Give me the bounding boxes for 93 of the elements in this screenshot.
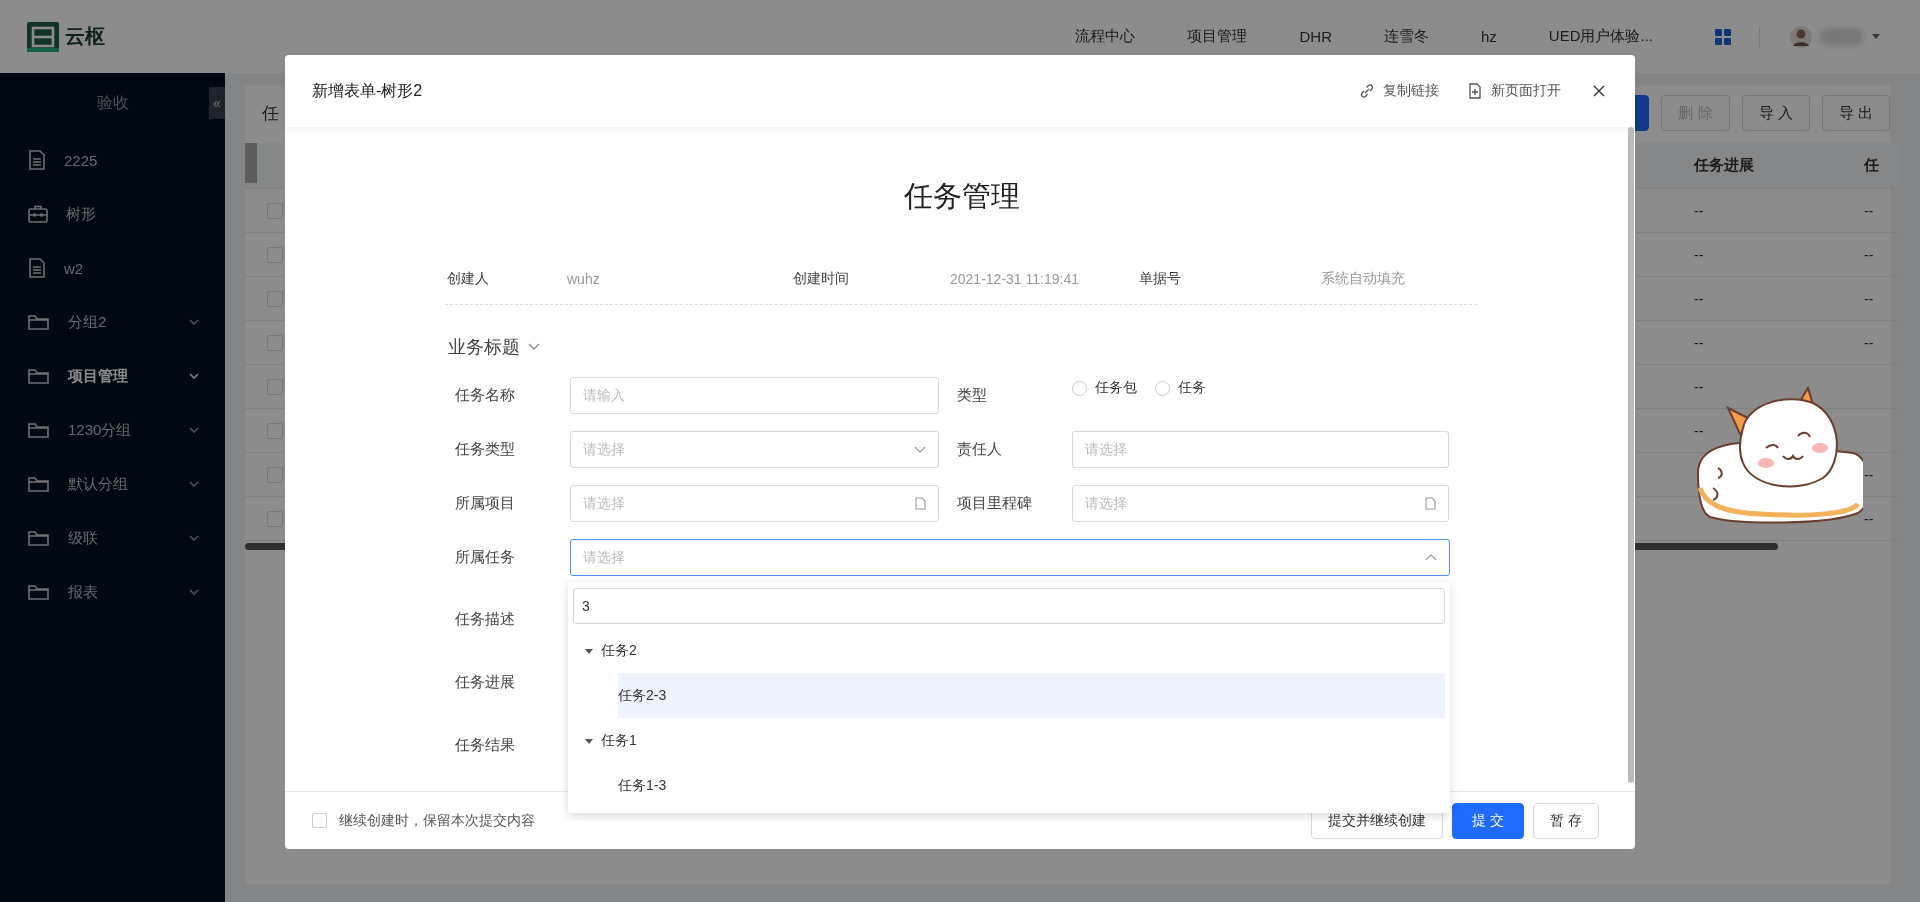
toolbar-button[interactable]: 导 入 [1741,95,1810,131]
dialog-title: 新增表单-树形2 [312,80,423,101]
table-cell: -- [1864,466,1874,483]
document-icon [1425,497,1436,510]
search-field[interactable]: 3 [573,588,1445,624]
scrollbar-thumb[interactable] [1628,127,1634,783]
field-value: 系统自动填充 [1321,269,1406,288]
nav-link[interactable]: 流程中心 [1075,27,1136,46]
folder-icon [28,313,50,331]
nav-link[interactable]: 项目管理 [1187,27,1248,46]
field-label: 任务结果 [454,735,516,755]
field-label: 创建时间 [793,269,850,288]
table-cell: -- [1694,246,1704,263]
field-label: 所属任务 [454,548,516,567]
field-label: 单据号 [1139,269,1182,288]
sidebar-item[interactable]: 默认分组 [0,457,225,511]
sidebar-item[interactable]: 级联 [0,511,225,565]
table-cell: -- [1694,422,1704,439]
chevron-up-icon [1425,554,1437,561]
sidebar-item[interactable]: w2 [0,241,225,295]
sidebar-item[interactable]: 报表 [0,565,225,619]
field-label: 责任人 [956,440,1003,459]
chevron-down-icon [189,589,199,595]
expand-tab[interactable] [245,143,257,183]
keep-content-checkbox[interactable]: 继续创建时，保留本次提交内容 [312,811,535,830]
document-icon [915,497,926,510]
field-label: 任务描述 [454,609,516,629]
chevron-down-icon [189,427,199,433]
section-header[interactable]: 业务标题 [448,335,1628,359]
close-icon[interactable] [1593,85,1605,97]
field-label: 任务名称 [454,386,516,405]
field-label: 类型 [956,386,988,405]
avatar-icon[interactable] [1790,25,1812,48]
document-icon [28,150,46,170]
table-cell: -- [1864,334,1874,351]
chevron-down-icon [189,319,199,325]
copy-link-button[interactable]: 复制链接 [1359,82,1439,100]
logo-icon [27,21,59,52]
field-label: 项目里程碑 [956,494,1033,513]
sidebar-title: 验收 [96,92,129,113]
sidebar-item[interactable]: 树形 [0,187,225,241]
table-cell: -- [1694,290,1704,307]
column-header: 任务进展 [1694,155,1755,175]
table-cell: -- [1694,378,1704,395]
field-label: 任务进展 [454,672,516,692]
sidebar-item[interactable]: 分组2 [0,295,225,349]
page-title: 任 [262,102,279,125]
nav-link[interactable]: hz [1480,28,1497,45]
collapse-button[interactable]: « [209,87,225,119]
radio-option[interactable]: 任务包 [1072,379,1137,397]
open-new-page-button[interactable]: 新页面打开 [1467,82,1561,100]
radio-option[interactable]: 任务 [1155,379,1206,397]
chevron-down-icon [189,373,199,379]
field-label: 任务类型 [454,440,516,459]
nav-link[interactable]: DHR [1299,28,1332,45]
field-label: 创建人 [447,269,490,288]
tree-node[interactable]: 任务2-3 [618,673,1445,718]
toolbox-icon [28,205,48,223]
folder-icon [28,421,50,439]
folder-icon [28,475,50,493]
tree-node[interactable]: 任务1 [573,718,1445,763]
chevron-down-icon [189,481,199,487]
document-plus-icon [1467,83,1483,99]
apps-grid-icon[interactable] [1715,28,1731,45]
chevron-down-icon [189,535,199,541]
link-icon [1359,83,1375,99]
table-cell: -- [1864,510,1874,527]
nav-link[interactable]: 连雪冬 [1383,27,1429,46]
caret-down-icon[interactable] [1872,34,1880,39]
sidebar-item[interactable]: 2225 [0,133,225,187]
form-title: 任务管理 [902,179,1021,214]
sidebar-item[interactable]: 项目管理 [0,349,225,403]
table-cell: -- [1864,246,1874,263]
nav-link[interactable]: UED用户体验... [1548,27,1653,46]
field-label: 所属项目 [454,494,516,513]
folder-icon [28,367,50,385]
folder-icon [28,529,50,547]
column-header: 任 [1864,155,1880,175]
sidebar-item[interactable]: 1230分组 [0,403,225,457]
field-value: wuhz [567,270,601,287]
table-cell: -- [1864,290,1874,307]
chevron-down-icon [914,446,926,453]
tree-node[interactable]: 任务2 [573,628,1445,673]
submit-button[interactable]: 提 交 [1452,802,1525,839]
folder-icon [28,583,50,601]
footer-button[interactable]: 暂 存 [1533,802,1599,839]
table-cell: -- [1694,202,1704,219]
toolbar-button[interactable]: 导 出 [1821,95,1890,131]
table-cell: -- [1864,202,1874,219]
field-value: 2021-12-31 11:19:41 [950,270,1080,287]
table-cell: -- [1694,334,1704,351]
document-icon [28,258,46,278]
logo-text: 云枢 [65,24,105,49]
